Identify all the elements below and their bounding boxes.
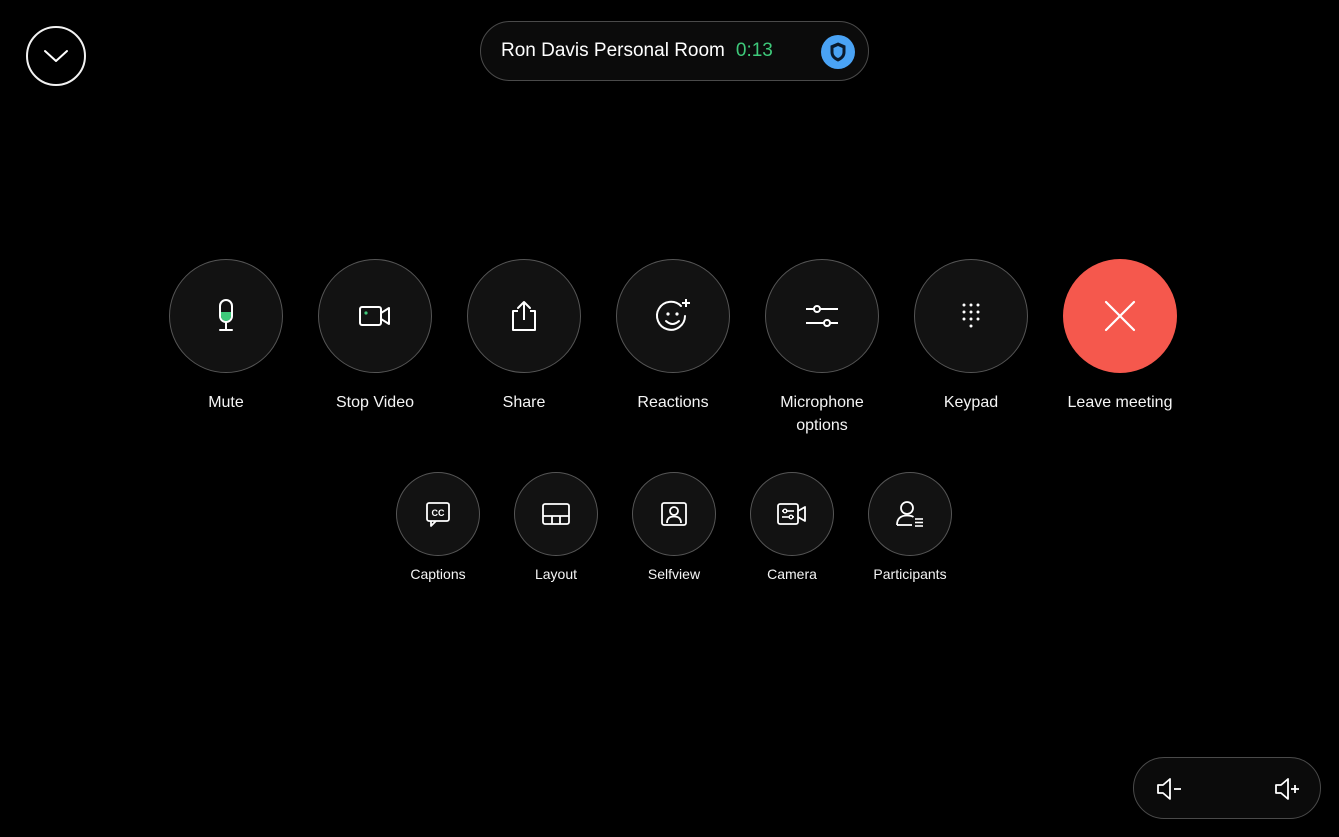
share-button[interactable]: Share: [454, 259, 594, 414]
selfview-circle[interactable]: [632, 472, 716, 556]
participants-circle[interactable]: [868, 472, 952, 556]
selfview-icon: [660, 501, 688, 527]
collapse-button[interactable]: [26, 26, 86, 86]
camera-circle[interactable]: [750, 472, 834, 556]
layout-circle[interactable]: [514, 472, 598, 556]
stop-video-label: Stop Video: [336, 394, 414, 411]
camera-label: Camera: [767, 566, 817, 582]
share-label: Share: [502, 394, 546, 411]
participants-button[interactable]: Participants: [855, 472, 965, 582]
close-icon: [1103, 299, 1137, 333]
closed-captions-icon: CC: [425, 501, 451, 527]
reactions-label: Reactions: [637, 394, 709, 411]
microphone-icon: [216, 299, 236, 333]
stop-video-circle[interactable]: [318, 259, 432, 373]
participants-icon: [895, 500, 925, 528]
layout-icon: [541, 502, 571, 526]
microphone-options-button[interactable]: Microphone options: [752, 259, 892, 437]
volume-control: [1133, 757, 1321, 819]
mute-button[interactable]: Mute: [156, 259, 296, 414]
stop-video-button[interactable]: Stop Video: [305, 259, 445, 414]
smiley-add-icon: [653, 296, 693, 336]
share-icon: [507, 299, 541, 333]
leave-meeting-circle[interactable]: [1063, 259, 1177, 373]
selfview-button[interactable]: Selfview: [619, 472, 729, 582]
captions-label: Captions: [410, 566, 466, 582]
camera-settings-icon: [776, 502, 808, 526]
layout-button[interactable]: Layout: [501, 472, 611, 582]
captions-circle[interactable]: CC: [396, 472, 480, 556]
svg-text:CC: CC: [432, 508, 445, 518]
mute-circle[interactable]: [169, 259, 283, 373]
shield-icon[interactable]: [821, 35, 855, 69]
meeting-info-pill[interactable]: Ron Davis Personal Room 0:13: [480, 21, 869, 81]
camera-button[interactable]: Camera: [737, 472, 847, 582]
participants-label: Participants: [873, 566, 947, 582]
video-camera-icon: [358, 304, 392, 328]
captions-button[interactable]: CC Captions: [383, 472, 493, 582]
volume-down-icon: [1155, 777, 1183, 801]
share-circle[interactable]: [467, 259, 581, 373]
chevron-down-icon: [43, 48, 69, 64]
microphone-options-label: Microphone options: [780, 394, 864, 434]
sliders-icon: [804, 301, 840, 331]
meeting-timer: 0:13: [735, 40, 773, 61]
reactions-circle[interactable]: [616, 259, 730, 373]
volume-down-button[interactable]: [1154, 774, 1184, 804]
keypad-label: Keypad: [943, 394, 999, 411]
volume-up-button[interactable]: [1272, 774, 1302, 804]
leave-meeting-label: Leave meeting: [1067, 394, 1173, 411]
meeting-name: Ron Davis Personal Room: [501, 40, 725, 61]
keypad-icon: [959, 301, 983, 331]
selfview-label: Selfview: [647, 566, 701, 582]
reactions-button[interactable]: Reactions: [603, 259, 743, 414]
layout-label: Layout: [534, 566, 578, 582]
leave-meeting-button[interactable]: Leave meeting: [1050, 259, 1190, 414]
microphone-options-circle[interactable]: [765, 259, 879, 373]
keypad-button[interactable]: Keypad: [901, 259, 1041, 414]
mute-label: Mute: [208, 394, 244, 411]
keypad-circle[interactable]: [914, 259, 1028, 373]
volume-up-icon: [1273, 777, 1301, 801]
